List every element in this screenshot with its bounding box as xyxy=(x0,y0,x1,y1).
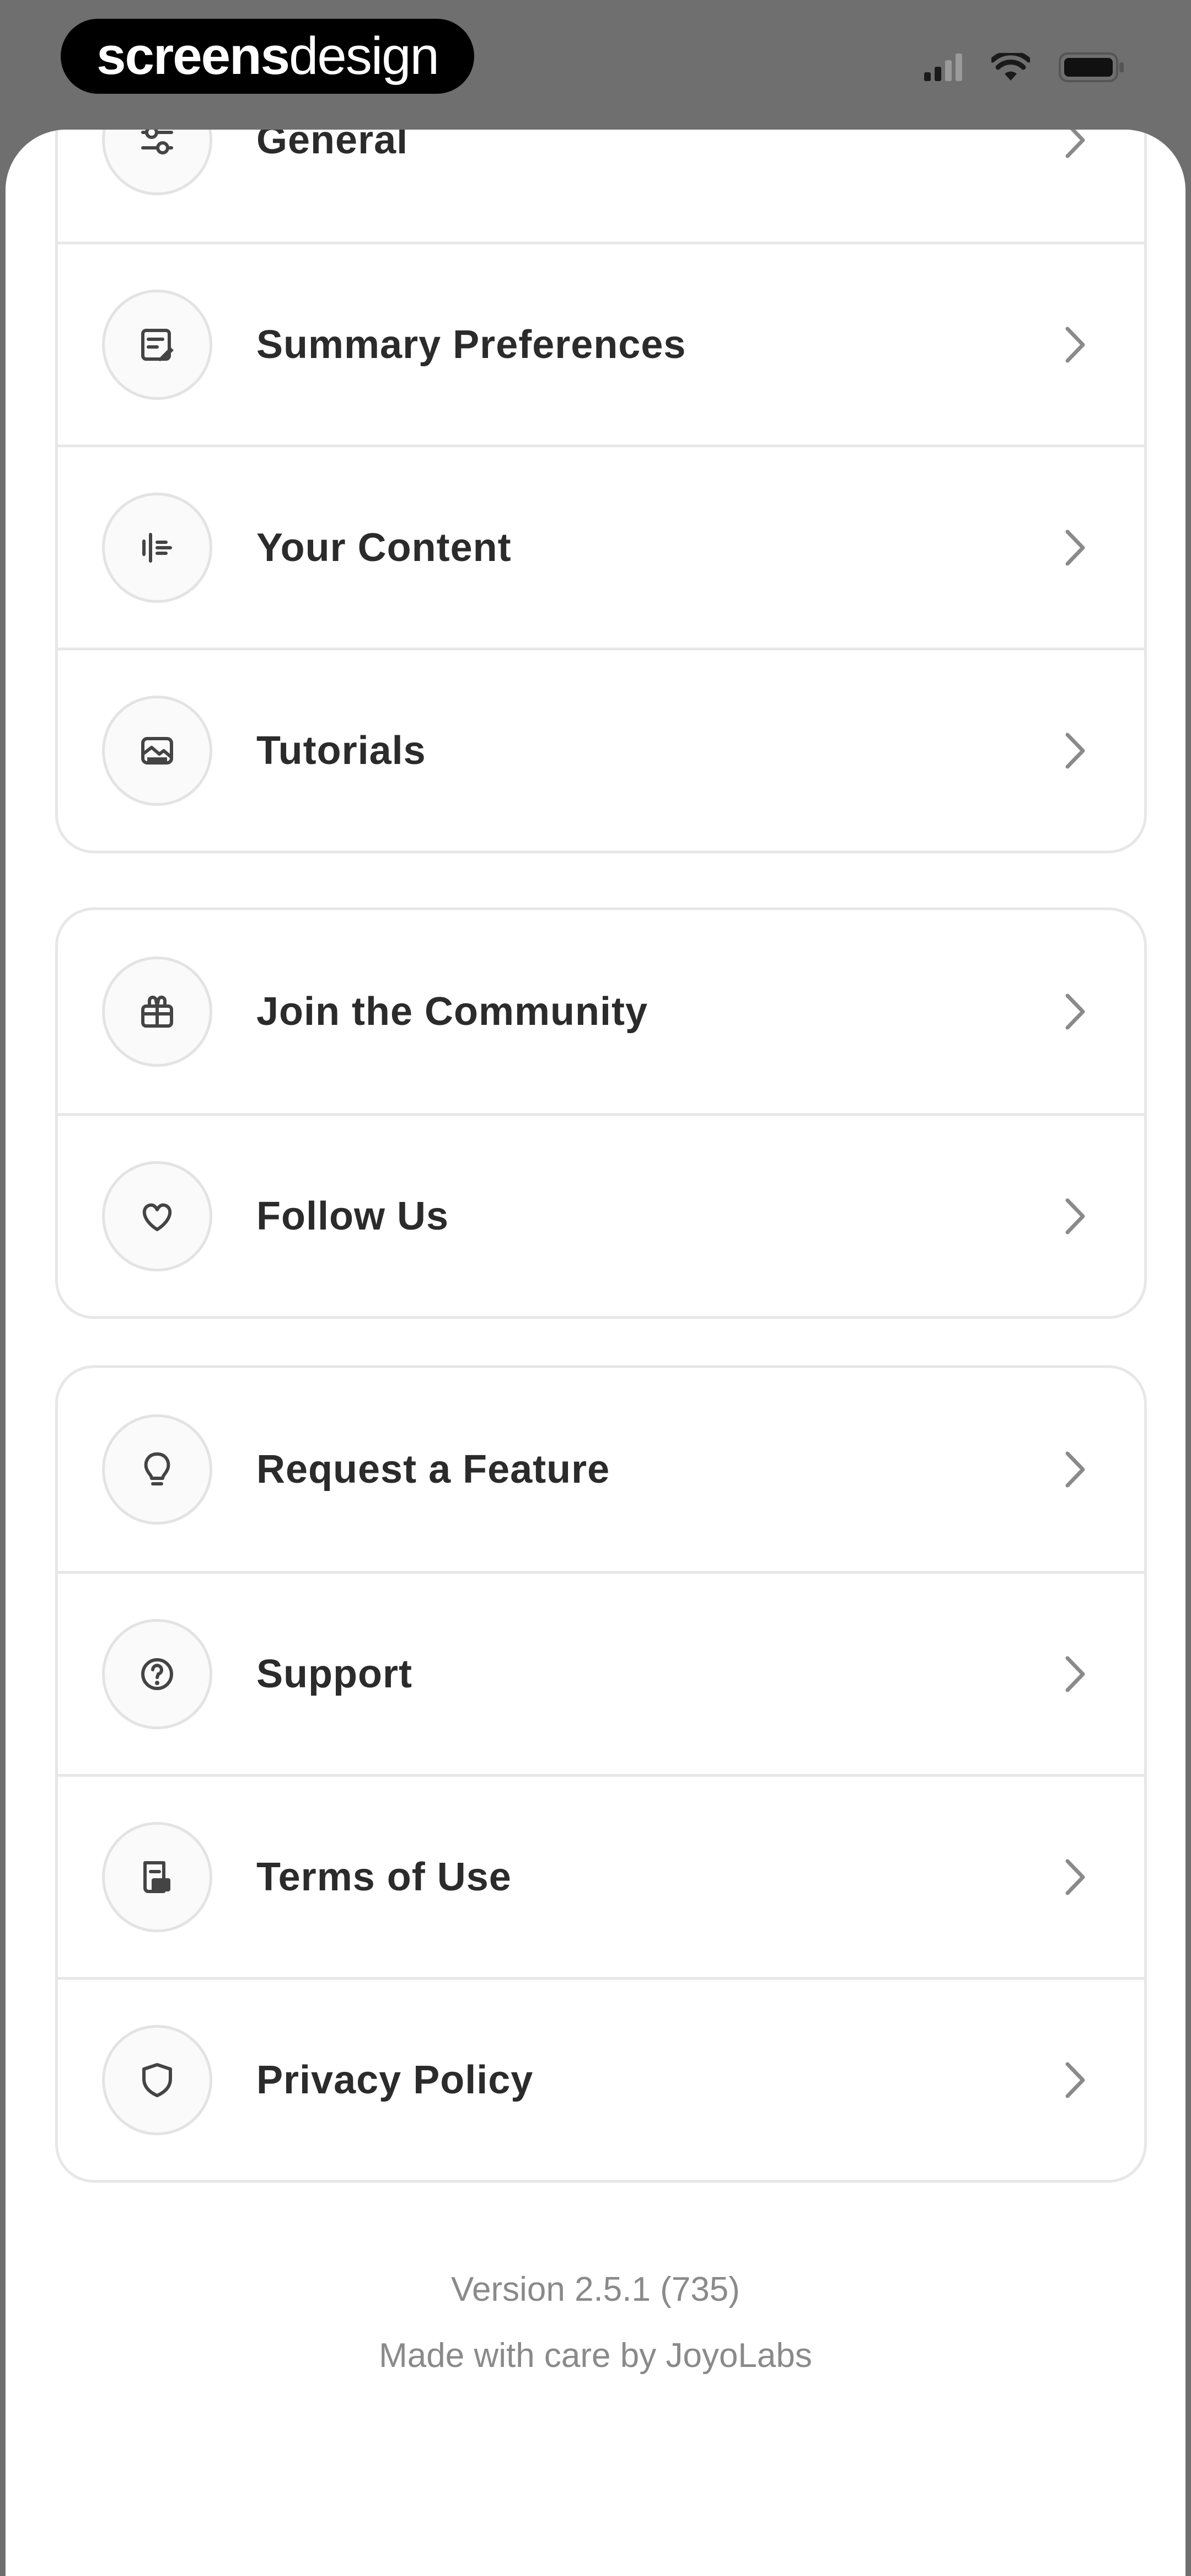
settings-item-label: Terms of Use xyxy=(256,1854,512,1899)
note-edit-icon xyxy=(102,289,212,400)
settings-item-label: Request a Feature xyxy=(256,1447,610,1492)
settings-item-general[interactable]: General xyxy=(58,130,1144,242)
settings-item-summary-preferences[interactable]: Summary Preferences xyxy=(58,242,1144,445)
app-version: Version 2.5.1 (735) xyxy=(451,2270,740,2308)
settings-item-label: Support xyxy=(256,1652,412,1696)
status-bar: screens design xyxy=(0,0,1191,132)
shield-icon xyxy=(102,2024,212,2135)
settings-item-label: Your Content xyxy=(256,525,512,570)
chevron-right-icon xyxy=(1059,130,1092,162)
settings-item-label: Summary Preferences xyxy=(256,322,686,367)
document-icon xyxy=(102,1821,212,1932)
settings-item-support[interactable]: Support xyxy=(58,1571,1144,1774)
community-icon xyxy=(102,956,212,1067)
tutorial-icon xyxy=(102,695,212,806)
settings-item-your-content[interactable]: Your Content xyxy=(58,445,1144,648)
chevron-right-icon xyxy=(1059,729,1092,773)
settings-item-label: Join the Community xyxy=(256,990,648,1034)
brand-logo: screens design xyxy=(61,19,474,94)
cellular-signal-icon xyxy=(924,54,963,84)
chevron-right-icon xyxy=(1059,1652,1092,1696)
settings-group-general: General Summary Preferences Your Content… xyxy=(55,130,1147,853)
settings-item-request-feature[interactable]: Request a Feature xyxy=(58,1368,1144,1571)
sliders-icon xyxy=(102,130,212,195)
settings-item-privacy-policy[interactable]: Privacy Policy xyxy=(58,1977,1144,2180)
settings-item-label: Privacy Policy xyxy=(256,2057,534,2102)
settings-item-tutorials[interactable]: Tutorials xyxy=(58,648,1144,851)
settings-group-support: Request a Feature Support Terms of Use P… xyxy=(55,1365,1147,2183)
settings-item-label: Tutorials xyxy=(256,728,426,773)
help-circle-icon xyxy=(102,1618,212,1729)
settings-item-join-community[interactable]: Join the Community xyxy=(58,910,1144,1113)
settings-group-community: Join the Community Follow Us xyxy=(55,907,1147,1319)
settings-item-label: General xyxy=(256,130,409,162)
lightbulb-icon xyxy=(102,1414,212,1525)
wifi-icon xyxy=(990,50,1032,84)
chevron-right-icon xyxy=(1059,1194,1092,1238)
chevron-right-icon xyxy=(1059,323,1092,367)
chevron-right-icon xyxy=(1059,1447,1092,1492)
chevron-right-icon xyxy=(1059,1855,1092,1899)
made-by-credit: Made with care by JoyoLabs xyxy=(379,2337,812,2375)
chevron-right-icon xyxy=(1059,526,1092,570)
brand-text-bold: screens xyxy=(96,26,290,85)
settings-item-label: Follow Us xyxy=(256,1194,449,1238)
settings-sheet: General Summary Preferences Your Content… xyxy=(6,130,1185,2576)
battery-icon xyxy=(1059,52,1125,85)
heart-icon xyxy=(102,1161,212,1271)
brand-text-light: design xyxy=(289,26,439,85)
chevron-right-icon xyxy=(1059,990,1092,1034)
settings-item-follow-us[interactable]: Follow Us xyxy=(58,1113,1144,1316)
status-icons xyxy=(924,50,1125,85)
settings-item-terms-of-use[interactable]: Terms of Use xyxy=(58,1774,1144,1977)
chevron-right-icon xyxy=(1059,2058,1092,2102)
content-icon xyxy=(102,492,212,603)
